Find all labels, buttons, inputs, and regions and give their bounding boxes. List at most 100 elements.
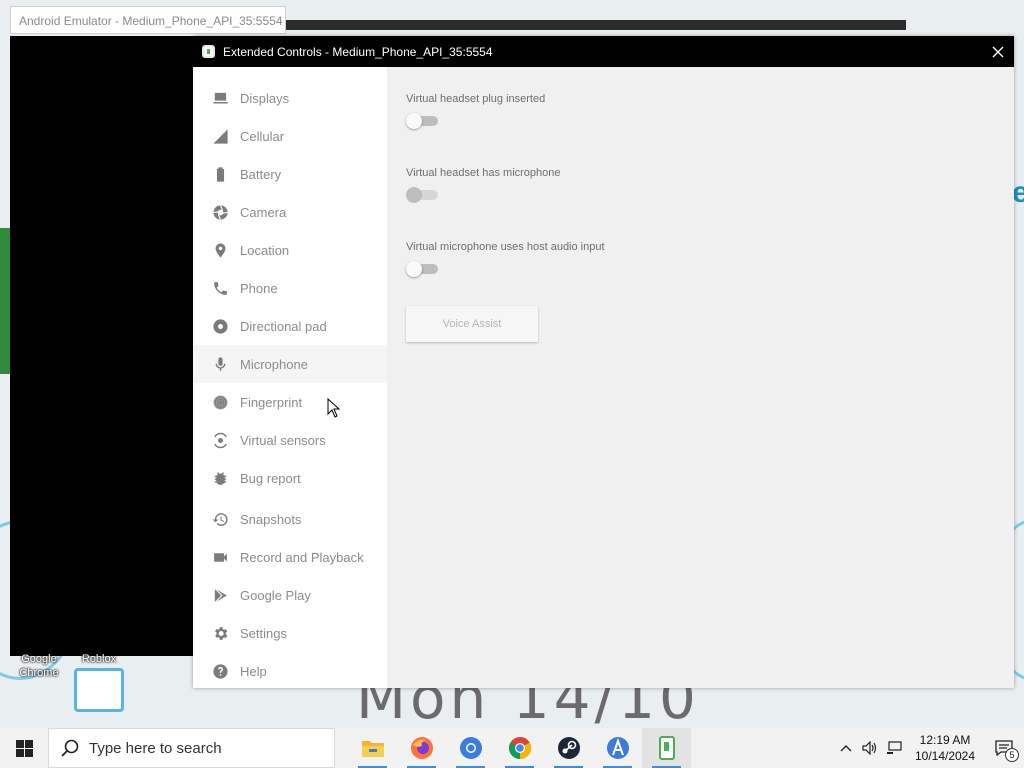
taskbar-app-chromium[interactable] — [446, 728, 495, 768]
nav-item-microphone[interactable]: Microphone — [193, 345, 387, 383]
toggle-thumb — [406, 187, 422, 203]
nav-item-cellular[interactable]: Cellular — [193, 117, 387, 155]
mouse-cursor-icon — [327, 398, 341, 418]
taskbar-apps — [348, 728, 691, 768]
voice-assist-button[interactable]: Voice Assist — [406, 306, 538, 342]
taskbar-app-firefox[interactable] — [397, 728, 446, 768]
start-button[interactable] — [0, 728, 48, 768]
taskbar-app-steam[interactable] — [544, 728, 593, 768]
extended-controls-titlebar[interactable]: Extended Controls - Medium_Phone_API_35:… — [193, 36, 1014, 67]
speaker-icon — [862, 741, 877, 755]
system-tray: 12:19 AM 10/14/2024 5 — [834, 728, 1024, 768]
setting-headset-microphone: Virtual headset has microphone — [406, 167, 1014, 241]
android-studio-icon — [606, 737, 629, 759]
nav-item-phone[interactable]: Phone — [193, 269, 387, 307]
nav-item-battery[interactable]: Battery — [193, 155, 387, 193]
nav-item-settings[interactable]: Settings — [193, 614, 387, 652]
toggle-thumb — [406, 113, 422, 129]
nav-item-snapshots[interactable]: Snapshots — [193, 500, 387, 538]
emulator-app-icon — [202, 45, 215, 58]
close-button[interactable] — [982, 36, 1014, 67]
nav-item-label: Location — [240, 242, 290, 258]
nav-item-camera[interactable]: Camera — [193, 193, 387, 231]
location-icon — [211, 241, 229, 259]
camera-icon — [211, 203, 229, 221]
gear-icon — [211, 624, 229, 642]
windows-icon — [15, 739, 33, 757]
sensors-icon — [211, 431, 229, 449]
headset-plug-toggle[interactable] — [406, 113, 440, 129]
desktop-icon-label: Google Chrome — [19, 653, 59, 679]
nav-item-location[interactable]: Location — [193, 231, 387, 269]
network-button[interactable] — [882, 728, 906, 768]
taskbar-app-chrome[interactable] — [495, 728, 544, 768]
dpad-icon — [211, 317, 229, 335]
nav-item-label: Battery — [240, 166, 282, 182]
nav-item-label: Help — [240, 663, 267, 679]
microphone-panel: Virtual headset plug inserted Virtual he… — [387, 67, 1014, 688]
microphone-icon — [211, 355, 229, 373]
search-placeholder: Type here to search — [89, 739, 222, 757]
nav-item-label: Fingerprint — [240, 394, 303, 410]
fingerprint-icon — [211, 393, 229, 411]
nav-item-virtual-sensors[interactable]: Virtual sensors — [193, 421, 387, 459]
videocam-icon — [211, 548, 229, 566]
display-icon — [211, 89, 229, 107]
nav-item-displays[interactable]: Displays — [193, 79, 387, 117]
setting-label: Virtual headset has microphone — [406, 167, 561, 179]
nav-item-directional-pad[interactable]: Directional pad — [193, 307, 387, 345]
nav-item-bug-report[interactable]: Bug report — [193, 459, 387, 497]
nav-item-label: Microphone — [240, 356, 308, 372]
notification-count-badge: 5 — [1005, 748, 1019, 762]
taskbar-app-emulator[interactable] — [642, 728, 691, 768]
emulator-toolbar-strip — [180, 20, 906, 30]
chrome-icon — [508, 737, 531, 759]
bug-icon — [211, 469, 229, 487]
setting-headset-plug: Virtual headset plug inserted — [406, 93, 1014, 167]
toggle-thumb — [406, 261, 422, 277]
volume-button[interactable] — [858, 728, 882, 768]
nav-item-label: Phone — [240, 280, 278, 296]
desktop-icon-roblox[interactable]: Roblox — [64, 652, 134, 712]
clock-time: 12:19 AM — [919, 733, 971, 747]
nav-item-label: Bug report — [240, 470, 301, 486]
taskbar-app-android-studio[interactable] — [593, 728, 642, 768]
setting-host-audio-input: Virtual microphone uses host audio input — [406, 241, 1014, 315]
emulator-window-title[interactable]: Android Emulator - Medium_Phone_API_35:5… — [10, 6, 286, 34]
nav-item-label: Record and Playback — [240, 549, 364, 565]
play-icon — [211, 586, 229, 604]
emulator-icon — [658, 736, 675, 760]
extended-controls-window: Extended Controls - Medium_Phone_API_35:… — [193, 36, 1014, 688]
nav-item-label: Cellular — [240, 128, 285, 144]
firefox-icon — [410, 737, 433, 759]
headset-microphone-toggle[interactable] — [406, 187, 440, 203]
nav-item-label: Virtual sensors — [240, 432, 326, 448]
nav-item-record-and-playback[interactable]: Record and Playback — [193, 538, 387, 576]
cellular-icon — [211, 127, 229, 145]
taskbar-search[interactable]: Type here to search — [48, 728, 335, 768]
extended-controls-sidebar: Displays Cellular Battery Camera Locatio… — [193, 67, 387, 688]
close-icon — [992, 46, 1004, 57]
nav-item-label: Settings — [240, 625, 287, 641]
taskbar-clock[interactable]: 12:19 AM 10/14/2024 — [910, 732, 980, 764]
nav-item-google-play[interactable]: Google Play — [193, 576, 387, 614]
nav-item-fingerprint[interactable]: Fingerprint — [193, 383, 387, 421]
taskbar: Type here to search 12:19 AM 10/14/2024 … — [0, 728, 1024, 768]
taskbar-app-file-explorer[interactable] — [348, 728, 397, 768]
host-audio-input-toggle[interactable] — [406, 261, 440, 277]
help-icon — [211, 662, 229, 680]
show-hidden-icons-button[interactable] — [834, 728, 858, 768]
nav-item-label: Snapshots — [240, 511, 302, 527]
steam-icon — [557, 737, 580, 759]
chromium-icon — [459, 737, 482, 759]
history-icon — [211, 510, 229, 528]
emulator-screen[interactable] — [10, 36, 194, 656]
roblox-icon — [74, 668, 124, 712]
network-icon — [887, 741, 902, 754]
search-icon — [61, 739, 79, 757]
nav-item-label: Google Play — [240, 587, 311, 603]
chevron-up-icon — [840, 745, 852, 752]
notification-center-button[interactable]: 5 — [984, 728, 1024, 768]
window-title: Extended Controls - Medium_Phone_API_35:… — [223, 44, 493, 59]
nav-item-help[interactable]: Help — [193, 652, 387, 690]
